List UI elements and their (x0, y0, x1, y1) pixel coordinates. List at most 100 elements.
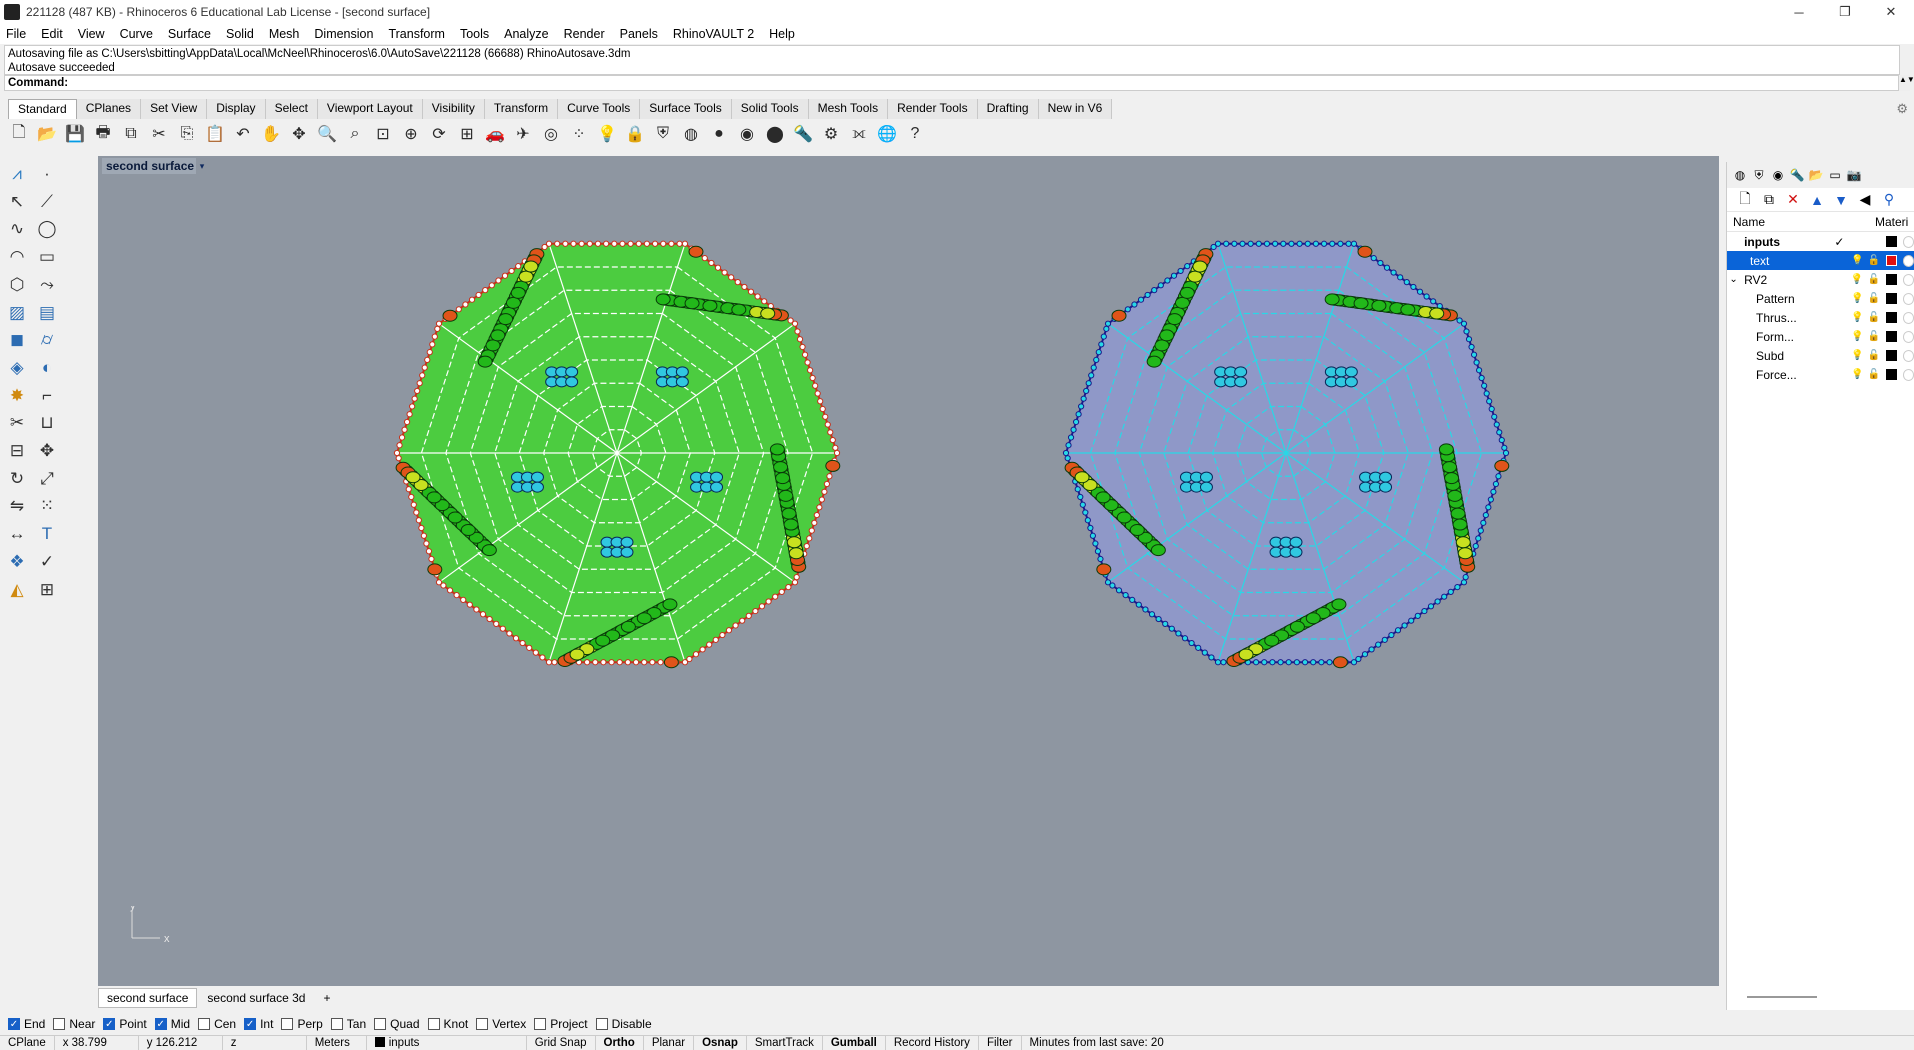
minimize-button[interactable]: ─ (1776, 0, 1822, 24)
lock-icon[interactable]: 🔓 (1866, 255, 1883, 266)
lock-icon[interactable]: 🔓 (1866, 369, 1883, 380)
layer-color-swatch[interactable] (1886, 312, 1897, 323)
lock-icon[interactable]: 🔓 (1866, 312, 1883, 323)
move-down-icon[interactable]: ▼ (1829, 192, 1853, 208)
osnap-checkbox[interactable] (476, 1018, 489, 1030)
layer-name[interactable]: text (1740, 254, 1830, 268)
layer-name[interactable]: Force... (1740, 368, 1830, 382)
sphere-icon[interactable]: ● (708, 123, 730, 145)
panel-tab-icon[interactable]: ◉ (1769, 166, 1787, 184)
units-label[interactable]: Meters (307, 1035, 367, 1050)
surface-icon[interactable]: ▨ (5, 301, 29, 325)
current-layer-check[interactable]: ✓ (1830, 235, 1849, 249)
layer-row-force[interactable]: Force... 💡 🔓 (1727, 365, 1914, 384)
planar-toggle[interactable]: Planar (644, 1035, 695, 1050)
osnap-knot[interactable]: Knot (427, 1017, 468, 1031)
viewport-dropdown-icon[interactable]: ▾ (196, 158, 208, 174)
menu-render[interactable]: Render (564, 27, 605, 41)
analyze-icon[interactable]: ✓ (35, 550, 59, 574)
layer-name[interactable]: inputs (1740, 235, 1830, 249)
layer-color-swatch[interactable] (1886, 255, 1897, 266)
menu-dimension[interactable]: Dimension (314, 27, 373, 41)
tab-solid-tools[interactable]: Solid Tools (731, 99, 809, 119)
tab-surface-tools[interactable]: Surface Tools (640, 99, 732, 119)
layer-material-icon[interactable] (1902, 273, 1914, 286)
command-scroll-arrow[interactable]: ▲▼ (1898, 75, 1914, 91)
tab-set-view[interactable]: Set View (141, 99, 208, 119)
osnap-checkbox[interactable] (198, 1018, 211, 1030)
osnap-checkbox[interactable] (427, 1018, 440, 1030)
rhinovault-icon[interactable]: ⩘ (5, 162, 29, 186)
osnap-project[interactable]: Project (534, 1017, 588, 1031)
scale-icon[interactable]: ⤢ (35, 467, 59, 491)
header-material[interactable]: Materi (1875, 215, 1908, 229)
osnap-checkbox[interactable]: ✓ (103, 1018, 116, 1030)
dimension-icon[interactable]: ↔ (5, 522, 29, 546)
render-tool-icon[interactable]: ◭ (5, 578, 29, 602)
smarttrack-toggle[interactable]: SmartTrack (747, 1035, 823, 1050)
light-bulb-icon[interactable]: 💡 (1849, 331, 1866, 342)
add-viewport-tab-button[interactable]: + (315, 989, 338, 1007)
osnap-perp[interactable]: Perp (281, 1017, 323, 1031)
tab-transform[interactable]: Transform (484, 99, 559, 119)
osnap-near[interactable]: Near (53, 1017, 95, 1031)
new-file-icon[interactable]: 🗋 (8, 123, 30, 145)
color-wheel-icon[interactable]: ◍ (680, 123, 702, 145)
osnap-checkbox[interactable] (281, 1018, 294, 1030)
tab-curve-tools[interactable]: Curve Tools (558, 99, 641, 119)
menu-edit[interactable]: Edit (41, 27, 63, 41)
layer-row-thrus[interactable]: Thrus... 💡 🔓 (1727, 308, 1914, 327)
layer-material-icon[interactable] (1902, 368, 1914, 381)
plane-icon[interactable]: ✈ (512, 123, 534, 145)
osnap-disable[interactable]: Disable (595, 1017, 652, 1031)
light-bulb-icon[interactable]: 💡 (1849, 293, 1866, 304)
grid-tool-icon[interactable]: ⊞ (35, 578, 59, 602)
light-bulb-icon[interactable]: 💡 (1849, 312, 1866, 323)
trim-icon[interactable]: ✂ (5, 411, 29, 435)
panel-tab-icon[interactable]: 📂 (1807, 166, 1825, 184)
delete-layer-icon[interactable]: ✕ (1781, 191, 1805, 208)
new-sublayer-icon[interactable]: ⧉ (1757, 191, 1781, 208)
layer-name[interactable]: Thrus... (1740, 311, 1830, 325)
car-render-icon[interactable]: 🚗 (484, 123, 506, 145)
tab-visibility[interactable]: Visibility (422, 99, 485, 119)
join-icon[interactable]: ⊔ (35, 411, 59, 435)
explode-icon[interactable]: ✸ (5, 384, 29, 408)
filter-icon[interactable]: ⚲ (1877, 191, 1901, 208)
record-history-toggle[interactable]: Record History (886, 1035, 979, 1050)
blue-sphere-icon[interactable]: ⬤ (764, 123, 786, 145)
viewport-tab-second-surface-3d[interactable]: second surface 3d (199, 989, 313, 1007)
import-icon[interactable]: ⧉ (120, 123, 142, 145)
lock-icon[interactable]: 🔓 (1866, 293, 1883, 304)
layer-name[interactable]: RV2 (1740, 273, 1830, 287)
osnap-quad[interactable]: Quad (374, 1017, 420, 1031)
osnap-point[interactable]: ✓ Point (103, 1017, 147, 1031)
select-arrow-icon[interactable]: ↖ (5, 190, 29, 214)
tab-select[interactable]: Select (265, 99, 318, 119)
rotate-view-icon[interactable]: ⟳ (428, 123, 450, 145)
move-icon[interactable]: ✥ (35, 439, 59, 463)
render-sphere-icon[interactable]: ◉ (736, 123, 758, 145)
panel-tab-icon[interactable]: 📷 (1845, 166, 1863, 184)
menu-tools[interactable]: Tools (460, 27, 489, 41)
copy-icon[interactable]: ⎘ (176, 123, 198, 145)
panel-tab-icon[interactable]: ◍ (1731, 166, 1749, 184)
header-name[interactable]: Name (1727, 215, 1875, 229)
rotate-icon[interactable]: ↻ (5, 467, 29, 491)
menu-mesh[interactable]: Mesh (269, 27, 300, 41)
layer-row-text[interactable]: text 💡 🔓 (1727, 251, 1914, 270)
zoom-icon[interactable]: 🔍 (316, 123, 338, 145)
osnap-tan[interactable]: Tan (330, 1017, 366, 1031)
osnap-end[interactable]: ✓ End (8, 1017, 45, 1031)
tab-cplanes[interactable]: CPlanes (76, 99, 142, 119)
osnap-toggle[interactable]: Osnap (694, 1035, 747, 1050)
toolbar-settings-icon[interactable]: ⚙ (1896, 101, 1908, 117)
tab-display[interactable]: Display (207, 99, 266, 119)
light-bulb-icon[interactable]: 💡 (1849, 369, 1866, 380)
viewport-grid-icon[interactable]: ⊞ (456, 123, 478, 145)
tab-drafting[interactable]: Drafting (977, 99, 1039, 119)
layer-color-swatch[interactable] (1886, 369, 1897, 380)
layer-material-icon[interactable] (1902, 349, 1914, 362)
layer-row-rv2[interactable]: ⌄ RV2 💡 🔓 (1727, 270, 1914, 289)
rectangle-icon[interactable]: ▭ (35, 245, 59, 269)
